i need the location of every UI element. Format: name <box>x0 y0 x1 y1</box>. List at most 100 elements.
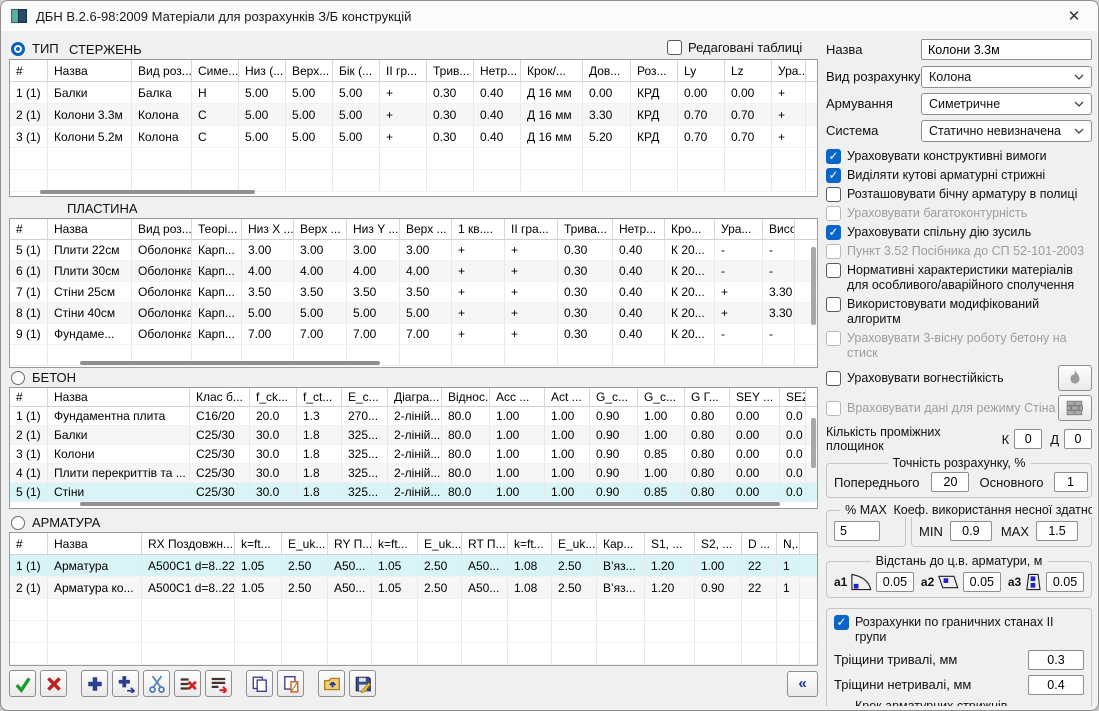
table-cell[interactable]: С <box>192 126 239 147</box>
table-cell[interactable]: 0.80 <box>685 464 730 482</box>
table-cell[interactable]: - <box>763 261 795 281</box>
wall-button[interactable] <box>1058 395 1092 421</box>
table-cell[interactable]: 2 (1) <box>10 577 48 598</box>
table-cell[interactable]: 0.70 <box>678 104 725 125</box>
reinforcement-select[interactable]: Симетричне <box>921 93 1092 115</box>
edit-tables-checkbox-row[interactable]: Редаговані таблиці <box>667 40 802 55</box>
table-cell[interactable]: Плити перекриттів та ... <box>48 464 190 482</box>
table-cell[interactable]: 7.00 <box>400 324 452 344</box>
table-cell[interactable]: 2.50 <box>552 555 597 576</box>
table-cell[interactable]: 0.00 <box>583 82 631 103</box>
column-header[interactable]: # <box>10 60 48 81</box>
limit-states-checkbox[interactable]: ✓ <box>834 615 849 630</box>
column-header[interactable]: SEY ... <box>730 388 780 406</box>
table-cell[interactable]: + <box>505 282 558 302</box>
table-cell[interactable]: 1.20 <box>645 577 695 598</box>
column-header[interactable]: f_ct... <box>297 388 342 406</box>
table-cell[interactable]: 9 (1) <box>10 324 48 344</box>
table-cell[interactable]: 5.00 <box>347 303 400 323</box>
table-cell[interactable]: КРД <box>631 82 678 103</box>
table-cell[interactable]: 2-ліній... <box>388 426 442 444</box>
table-cell[interactable]: 7.00 <box>347 324 400 344</box>
table-cell[interactable]: 0.90 <box>590 426 638 444</box>
column-header[interactable]: k=ft... <box>508 533 552 554</box>
table-cell[interactable]: Фундаме... <box>48 324 132 344</box>
column-header[interactable]: Бік (... <box>333 60 380 81</box>
table-cell[interactable]: 3 (1) <box>10 445 48 463</box>
option-row[interactable]: ✓Ураховувати спільну дію зусиль <box>826 225 1092 240</box>
table-cell[interactable]: 2.50 <box>282 555 328 576</box>
option-row[interactable]: ✓Виділяти кутові арматурні стрижні <box>826 168 1092 183</box>
pmax-input[interactable] <box>834 521 880 541</box>
table-cell[interactable]: 1.00 <box>545 464 590 482</box>
table-cell[interactable]: 3 (1) <box>10 126 48 147</box>
table-cell[interactable]: 0.40 <box>474 126 521 147</box>
table-cell[interactable]: 1.05 <box>235 577 282 598</box>
table-cell[interactable]: 1.05 <box>235 555 282 576</box>
table-cell[interactable]: 1.00 <box>638 426 685 444</box>
column-header[interactable]: Трив... <box>427 60 474 81</box>
table-row[interactable]: 1 (1)Фундаментна плитаC16/2020.01.3270..… <box>10 407 817 426</box>
option-row[interactable]: Ураховувати вогнестійкість <box>826 365 1092 391</box>
table-cell[interactable]: 80.0 <box>442 407 490 425</box>
table-cell[interactable]: 1.3 <box>297 407 342 425</box>
beton-radio-row[interactable]: БЕТОН <box>11 370 76 385</box>
save-button[interactable] <box>349 670 376 697</box>
column-header[interactable]: SEZ <box>780 388 806 406</box>
table-cell[interactable]: 0.0 <box>780 407 806 425</box>
table-cell[interactable]: 0.00 <box>725 82 772 103</box>
table-cell[interactable]: Оболонка <box>132 261 192 281</box>
table-cell[interactable]: Карп... <box>192 303 242 323</box>
table-row-empty[interactable] <box>10 148 817 170</box>
table-row-empty[interactable] <box>10 621 817 643</box>
column-header[interactable]: RY П... <box>328 533 372 554</box>
table-cell[interactable]: 1 (1) <box>10 407 48 425</box>
table-cell[interactable]: + <box>380 104 427 125</box>
table-row-empty[interactable] <box>10 599 817 621</box>
table-cell[interactable]: - <box>715 324 763 344</box>
table-cell[interactable]: 0.30 <box>558 240 613 260</box>
table-cell[interactable]: 0.40 <box>613 324 665 344</box>
table-cell[interactable]: 80.0 <box>442 445 490 463</box>
table-cell[interactable]: 1.05 <box>372 577 418 598</box>
armatura-radio[interactable] <box>11 516 25 530</box>
table-cell[interactable]: 5.00 <box>294 303 347 323</box>
table-cell[interactable]: 0.00 <box>678 82 725 103</box>
table-cell[interactable]: 0.80 <box>685 407 730 425</box>
column-header[interactable]: Клас б... <box>190 388 250 406</box>
column-header[interactable]: k=ft... <box>235 533 282 554</box>
table-cell[interactable]: 5.00 <box>286 104 333 125</box>
table-cell[interactable]: 0.00 <box>730 426 780 444</box>
option-checkbox[interactable]: ✓ <box>826 225 841 240</box>
table-cell[interactable]: 0.00 <box>730 445 780 463</box>
option-row[interactable]: Використовувати модифікований алгоритм <box>826 297 1092 327</box>
calc-type-select[interactable]: Колона <box>921 66 1092 88</box>
table-cell[interactable]: 7 (1) <box>10 282 48 302</box>
table-cell[interactable]: 0.30 <box>427 126 474 147</box>
table-cell[interactable]: + <box>505 261 558 281</box>
short-cracks-input[interactable] <box>1028 675 1084 695</box>
table-cell[interactable]: 2-ліній... <box>388 445 442 463</box>
table-cell[interactable]: 0.40 <box>613 261 665 281</box>
beton-radio[interactable] <box>11 371 25 385</box>
table-cell[interactable]: + <box>772 126 806 147</box>
table-cell[interactable]: 3.00 <box>347 240 400 260</box>
table-cell[interactable]: 3.00 <box>242 240 294 260</box>
column-header[interactable]: Назва <box>48 388 190 406</box>
table-cell[interactable]: + <box>505 324 558 344</box>
table-cell[interactable]: 0.40 <box>474 104 521 125</box>
table-cell[interactable]: К 20... <box>665 261 715 281</box>
column-header[interactable]: Нетр... <box>474 60 521 81</box>
table-cell[interactable]: 270... <box>342 407 388 425</box>
table-cell[interactable]: + <box>452 324 505 344</box>
table-cell[interactable]: 1.08 <box>508 577 552 598</box>
table-cell[interactable]: 80.0 <box>442 464 490 482</box>
a3-input[interactable] <box>1046 572 1084 592</box>
column-header[interactable]: Дов... <box>583 60 631 81</box>
column-header[interactable]: Кро... <box>665 219 715 239</box>
copy-button[interactable] <box>246 670 273 697</box>
table-cell[interactable]: 2 (1) <box>10 426 48 444</box>
add-row-button[interactable] <box>81 670 108 697</box>
table-cell[interactable]: 1 (1) <box>10 82 48 103</box>
table-cell[interactable]: 0.00 <box>730 407 780 425</box>
